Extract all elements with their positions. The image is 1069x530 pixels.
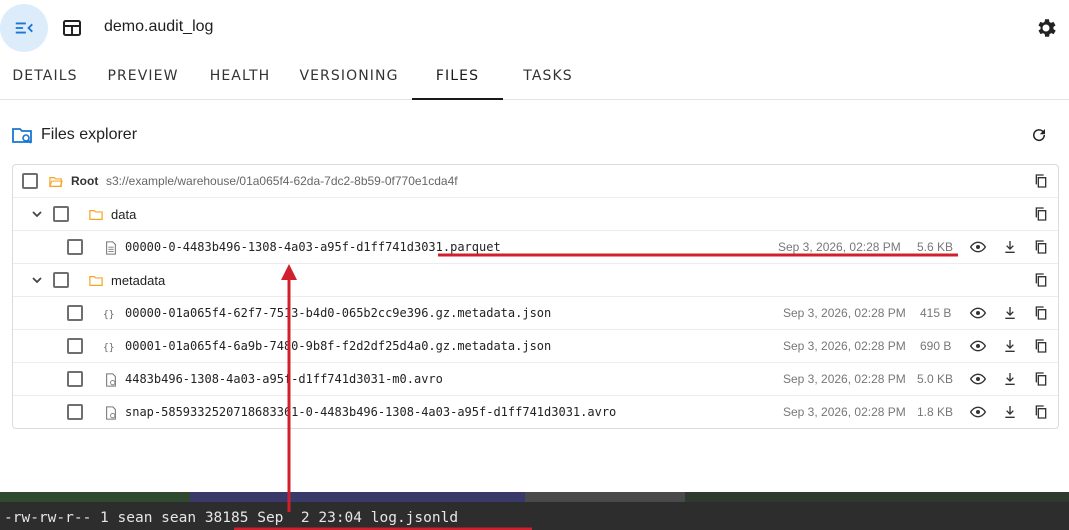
file-size: 5.6 KB <box>917 240 954 254</box>
root-label: Root <box>71 174 99 188</box>
download-icon[interactable] <box>1002 371 1018 387</box>
copy-icon[interactable] <box>1033 371 1049 387</box>
copy-icon[interactable] <box>1033 338 1049 354</box>
tree-row-folder[interactable]: metadata <box>13 264 1058 297</box>
eye-icon[interactable] <box>970 338 986 354</box>
terminal-perms: -rw-rw-r-- <box>4 510 92 526</box>
tab-bar: DETAILS PREVIEW HEALTH VERSIONING FILES … <box>0 56 1069 100</box>
refresh-icon[interactable] <box>1030 126 1048 144</box>
terminal-strip-segment <box>190 492 525 502</box>
eye-icon[interactable] <box>970 305 986 321</box>
gear-icon[interactable] <box>1034 16 1058 40</box>
folder-icon <box>89 276 103 286</box>
file-checkbox[interactable] <box>67 305 83 321</box>
menu-collapse-button[interactable] <box>0 4 48 52</box>
folder-checkbox[interactable] <box>53 272 69 288</box>
terminal-top-strip <box>0 492 1069 502</box>
file-size: 5.0 KB <box>917 372 954 386</box>
tab-versioning[interactable]: VERSIONING <box>292 56 406 100</box>
terminal-filename: log.jsonld <box>370 510 459 526</box>
file-name: 4483b496-1308-4a03-a95f-d1ff741d3031-m0.… <box>125 372 443 386</box>
tab-details[interactable]: DETAILS <box>0 56 90 100</box>
file-size: 415 B <box>920 306 952 320</box>
avro-file-icon <box>106 406 116 420</box>
folder-checkbox[interactable] <box>53 206 69 222</box>
eye-icon[interactable] <box>970 239 986 255</box>
tab-tasks[interactable]: TASKS <box>512 56 584 100</box>
download-icon[interactable] <box>1002 305 1018 321</box>
terminal-ls-line: -rw-rw-r-- 1 sean sean 38185 Sep 2 23:04… <box>4 510 458 526</box>
copy-icon[interactable] <box>1033 404 1049 420</box>
file-size: 1.8 KB <box>917 405 954 419</box>
file-size: 690 B <box>920 339 952 353</box>
folder-search-icon <box>12 128 32 144</box>
copy-icon[interactable] <box>1033 305 1049 321</box>
table-icon <box>63 20 81 36</box>
avro-file-icon <box>106 373 116 387</box>
tree-row-file[interactable]: {} 00001-01a065f4-6a9b-7480-9b8f-f2d2df2… <box>13 330 1058 363</box>
copy-icon[interactable] <box>1033 173 1049 189</box>
file-checkbox[interactable] <box>67 239 83 255</box>
folder-name: data <box>111 207 137 222</box>
terminal-links: 1 <box>100 510 109 526</box>
tree-row-file[interactable]: 4483b496-1308-4a03-a95f-d1ff741d3031-m0.… <box>13 363 1058 396</box>
file-date: Sep 3, 2026, 02:28 PM <box>783 306 906 320</box>
file-date: Sep 3, 2026, 02:28 PM <box>778 240 901 254</box>
terminal-time: 23:04 <box>318 510 363 526</box>
terminal-strip-segment <box>0 492 190 502</box>
terminal-day: 2 <box>300 510 310 526</box>
table-name: demo.audit_log <box>104 18 214 35</box>
root-path: s3://example/warehouse/01a065f4-62da-7dc… <box>106 174 458 188</box>
file-checkbox[interactable] <box>67 404 83 420</box>
terminal-group: sean <box>161 510 197 526</box>
json-icon: {} <box>103 310 115 321</box>
file-tree: Root s3://example/warehouse/01a065f4-62d… <box>12 164 1059 429</box>
file-name: 00000-01a065f4-62f7-7513-b4d0-065b2cc9e3… <box>125 306 552 320</box>
tab-preview[interactable]: PREVIEW <box>98 56 188 100</box>
tab-health[interactable]: HEALTH <box>198 56 282 100</box>
download-icon[interactable] <box>1002 239 1018 255</box>
tree-row-file[interactable]: 00000-0-4483b496-1308-4a03-a95f-d1ff741d… <box>13 231 1058 264</box>
files-explorer-header: Files explorer <box>12 124 1058 148</box>
eye-icon[interactable] <box>970 371 986 387</box>
copy-icon[interactable] <box>1033 239 1049 255</box>
download-icon[interactable] <box>1002 404 1018 420</box>
file-checkbox[interactable] <box>67 371 83 387</box>
terminal-size: 38185 <box>204 510 249 526</box>
file-checkbox[interactable] <box>67 338 83 354</box>
file-name: snap-5859332520718683361-0-4483b496-1308… <box>125 405 617 419</box>
file-date: Sep 3, 2026, 02:28 PM <box>783 405 906 419</box>
tree-row-file[interactable]: {} 00000-01a065f4-62f7-7513-b4d0-065b2cc… <box>13 297 1058 330</box>
file-icon <box>106 241 116 255</box>
root-checkbox[interactable] <box>22 173 38 189</box>
tree-row-file[interactable]: snap-5859332520718683361-0-4483b496-1308… <box>13 396 1058 429</box>
terminal-panel: -rw-rw-r-- 1 sean sean 38185 Sep 2 23:04… <box>0 492 1069 530</box>
json-icon: {} <box>103 343 115 354</box>
folder-open-icon <box>49 177 63 187</box>
file-date: Sep 3, 2026, 02:28 PM <box>783 372 906 386</box>
files-explorer-title: Files explorer <box>41 126 138 143</box>
terminal-month: Sep <box>257 510 284 526</box>
copy-icon[interactable] <box>1033 206 1049 222</box>
terminal-owner: sean <box>117 510 153 526</box>
file-name: 00000-0-4483b496-1308-4a03-a95f-d1ff741d… <box>125 240 501 254</box>
copy-icon[interactable] <box>1033 272 1049 288</box>
folder-name: metadata <box>111 273 166 288</box>
chevron-down-icon[interactable] <box>30 273 44 287</box>
tree-row-folder[interactable]: data <box>13 198 1058 231</box>
chevron-down-icon[interactable] <box>30 207 44 221</box>
eye-icon[interactable] <box>970 404 986 420</box>
top-bar: demo.audit_log <box>0 0 1069 56</box>
svg-text:{}: {} <box>103 310 115 321</box>
svg-text:{}: {} <box>103 343 115 354</box>
terminal-strip-segment <box>525 492 685 502</box>
file-date: Sep 3, 2026, 02:28 PM <box>783 339 906 353</box>
download-icon[interactable] <box>1002 338 1018 354</box>
tab-files[interactable]: FILES <box>412 56 503 100</box>
folder-icon <box>89 210 103 220</box>
file-name: 00001-01a065f4-6a9b-7480-9b8f-f2d2df25d4… <box>125 339 552 353</box>
menu-collapse-icon <box>15 22 33 34</box>
tree-row-root[interactable]: Root s3://example/warehouse/01a065f4-62d… <box>13 165 1058 198</box>
